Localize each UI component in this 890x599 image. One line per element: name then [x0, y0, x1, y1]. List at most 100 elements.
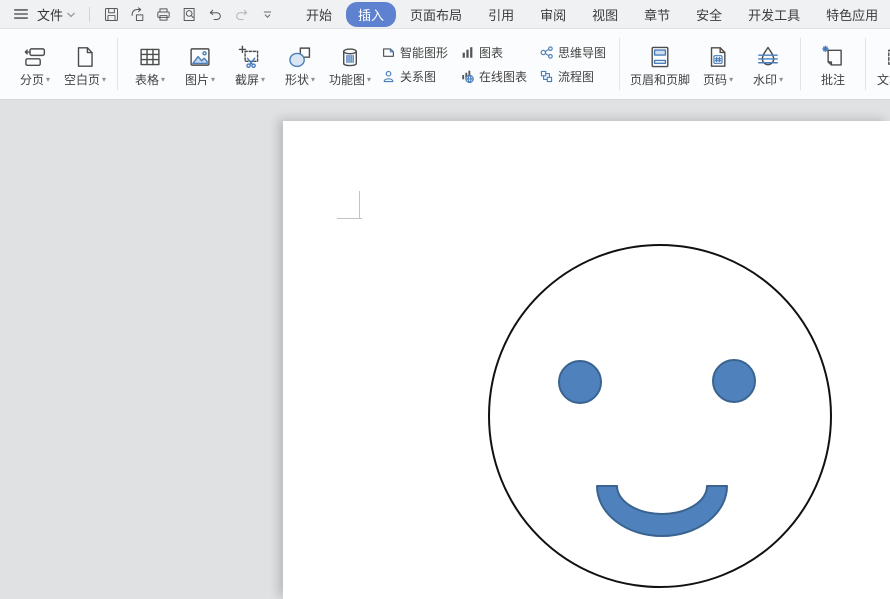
text-box-button[interactable]: 文本框▾ [873, 39, 890, 89]
blank-page-button[interactable]: 空白页▾ [60, 39, 110, 89]
dropdown-caret-icon: ▾ [46, 75, 50, 85]
dropdown-caret-icon: ▾ [779, 75, 783, 85]
document-page[interactable] [283, 121, 890, 599]
header-footer-button[interactable]: 页眉和页脚 [627, 39, 693, 89]
insert-ribbon: 分页▾空白页▾表格▾图片▾截屏▾形状▾功能图▾智能图形关系图图表在线图表思维导图… [0, 29, 890, 100]
quick-access-toolbar [98, 3, 280, 25]
file-menu-label: 文件 [37, 5, 63, 24]
dropdown-caret-icon: ▾ [261, 75, 265, 85]
ribbon-group: 批注 [804, 29, 862, 99]
print-preview-icon[interactable] [178, 3, 201, 25]
comment-icon [820, 41, 846, 73]
comment-button[interactable]: 批注 [808, 39, 858, 89]
file-menu-button[interactable]: 文件 [32, 3, 81, 26]
tab-insert[interactable]: 插入 [346, 2, 396, 27]
page-break-button[interactable]: 分页▾ [10, 39, 60, 89]
function-diagram-icon [337, 41, 363, 73]
watermark-label: 水印▾ [753, 73, 783, 87]
ribbon-group: 表格▾图片▾截屏▾形状▾功能图▾智能图形关系图图表在线图表思维导图流程图 [121, 29, 616, 99]
flowchart-button[interactable]: 流程图 [536, 67, 609, 86]
flowchart-icon [539, 69, 554, 84]
left-eye-shape[interactable] [559, 361, 601, 403]
flowchart-label: 流程图 [558, 68, 594, 85]
ribbon-group-divider [117, 38, 118, 90]
dropdown-caret-icon: ▾ [102, 75, 106, 85]
page-break-label: 分页▾ [20, 73, 50, 87]
dropdown-caret-icon: ▾ [311, 75, 315, 85]
function-diagram-label: 功能图▾ [329, 73, 371, 87]
smart-graphic-button[interactable]: 智能图形 [378, 43, 451, 62]
chart-icon [460, 45, 475, 60]
smart-graphic-label: 智能图形 [400, 44, 448, 61]
dropdown-caret-icon: ▾ [367, 75, 371, 85]
mindmap-icon [539, 45, 554, 60]
tab-review[interactable]: 审阅 [528, 2, 578, 27]
ribbon-stack-column: 思维导图流程图 [536, 43, 609, 86]
print-icon[interactable] [152, 3, 175, 25]
smart-graphic-icon [381, 45, 396, 60]
tab-references[interactable]: 引用 [476, 2, 526, 27]
page-number-button[interactable]: 页码▾ [693, 39, 743, 89]
ribbon-group-divider [800, 38, 801, 90]
blank-page-label: 空白页▾ [64, 73, 106, 87]
header-footer-label: 页眉和页脚 [630, 73, 690, 87]
chevron-down-icon [66, 7, 76, 22]
comment-label: 批注 [821, 73, 845, 87]
title-bar: 文件 开始插入页面布局引用审阅视图章节安全开发工具特色应用文档助 [0, 0, 890, 29]
undo-icon[interactable] [204, 3, 227, 25]
page-number-label: 页码▾ [703, 73, 733, 87]
chart-label: 图表 [479, 44, 503, 61]
tab-special-features[interactable]: 特色应用 [814, 2, 890, 27]
watermark-icon [755, 41, 781, 73]
tab-section[interactable]: 章节 [632, 2, 682, 27]
document-workspace[interactable] [0, 100, 890, 599]
function-diagram-button[interactable]: 功能图▾ [325, 39, 375, 89]
online-chart-button[interactable]: 在线图表 [457, 67, 530, 86]
dropdown-caret-icon: ▾ [211, 75, 215, 85]
screenshot-button[interactable]: 截屏▾ [225, 39, 275, 89]
tab-page-layout[interactable]: 页面布局 [398, 2, 474, 27]
blank-page-icon [72, 41, 98, 73]
tab-security[interactable]: 安全 [684, 2, 734, 27]
relation-diagram-icon [381, 69, 396, 84]
right-eye-shape[interactable] [713, 360, 755, 402]
ribbon-stack-column: 图表在线图表 [457, 43, 530, 86]
customize-quick-access-icon[interactable] [256, 3, 279, 25]
main-menu-icon[interactable] [10, 3, 32, 25]
drawing-canvas [283, 121, 890, 599]
ribbon-group-divider [865, 38, 866, 90]
export-icon[interactable] [126, 3, 149, 25]
shapes-button[interactable]: 形状▾ [275, 39, 325, 89]
redo-icon [230, 3, 253, 25]
screenshot-icon [237, 41, 263, 73]
relation-diagram-button[interactable]: 关系图 [378, 67, 451, 86]
relation-diagram-label: 关系图 [400, 68, 436, 85]
text-box-icon [885, 41, 890, 73]
mindmap-button[interactable]: 思维导图 [536, 43, 609, 62]
chart-button[interactable]: 图表 [457, 43, 530, 62]
ribbon-stack-column: 智能图形关系图 [378, 43, 451, 86]
online-chart-icon [460, 69, 475, 84]
ribbon-group: 分页▾ 空白页▾ [6, 29, 114, 99]
save-icon[interactable] [100, 3, 123, 25]
titlebar-divider [89, 7, 90, 22]
tab-home[interactable]: 开始 [294, 2, 344, 27]
picture-button[interactable]: 图片▾ [175, 39, 225, 89]
header-footer-icon [647, 41, 673, 73]
picture-icon [187, 41, 213, 73]
mindmap-label: 思维导图 [558, 44, 606, 61]
ribbon-group-divider [619, 38, 620, 90]
online-chart-label: 在线图表 [479, 68, 527, 85]
tab-view[interactable]: 视图 [580, 2, 630, 27]
table-button[interactable]: 表格▾ [125, 39, 175, 89]
screenshot-label: 截屏▾ [235, 73, 265, 87]
watermark-button[interactable]: 水印▾ [743, 39, 793, 89]
page-number-icon [705, 41, 731, 73]
tab-developer-tools[interactable]: 开发工具 [736, 2, 812, 27]
ribbon-group: 文本框▾艺 [869, 29, 890, 99]
table-label: 表格▾ [135, 73, 165, 87]
ribbon-stack-area: 智能图形关系图图表在线图表思维导图流程图 [375, 43, 612, 86]
table-icon [137, 41, 163, 73]
dropdown-caret-icon: ▾ [161, 75, 165, 85]
page-break-icon [22, 41, 48, 73]
